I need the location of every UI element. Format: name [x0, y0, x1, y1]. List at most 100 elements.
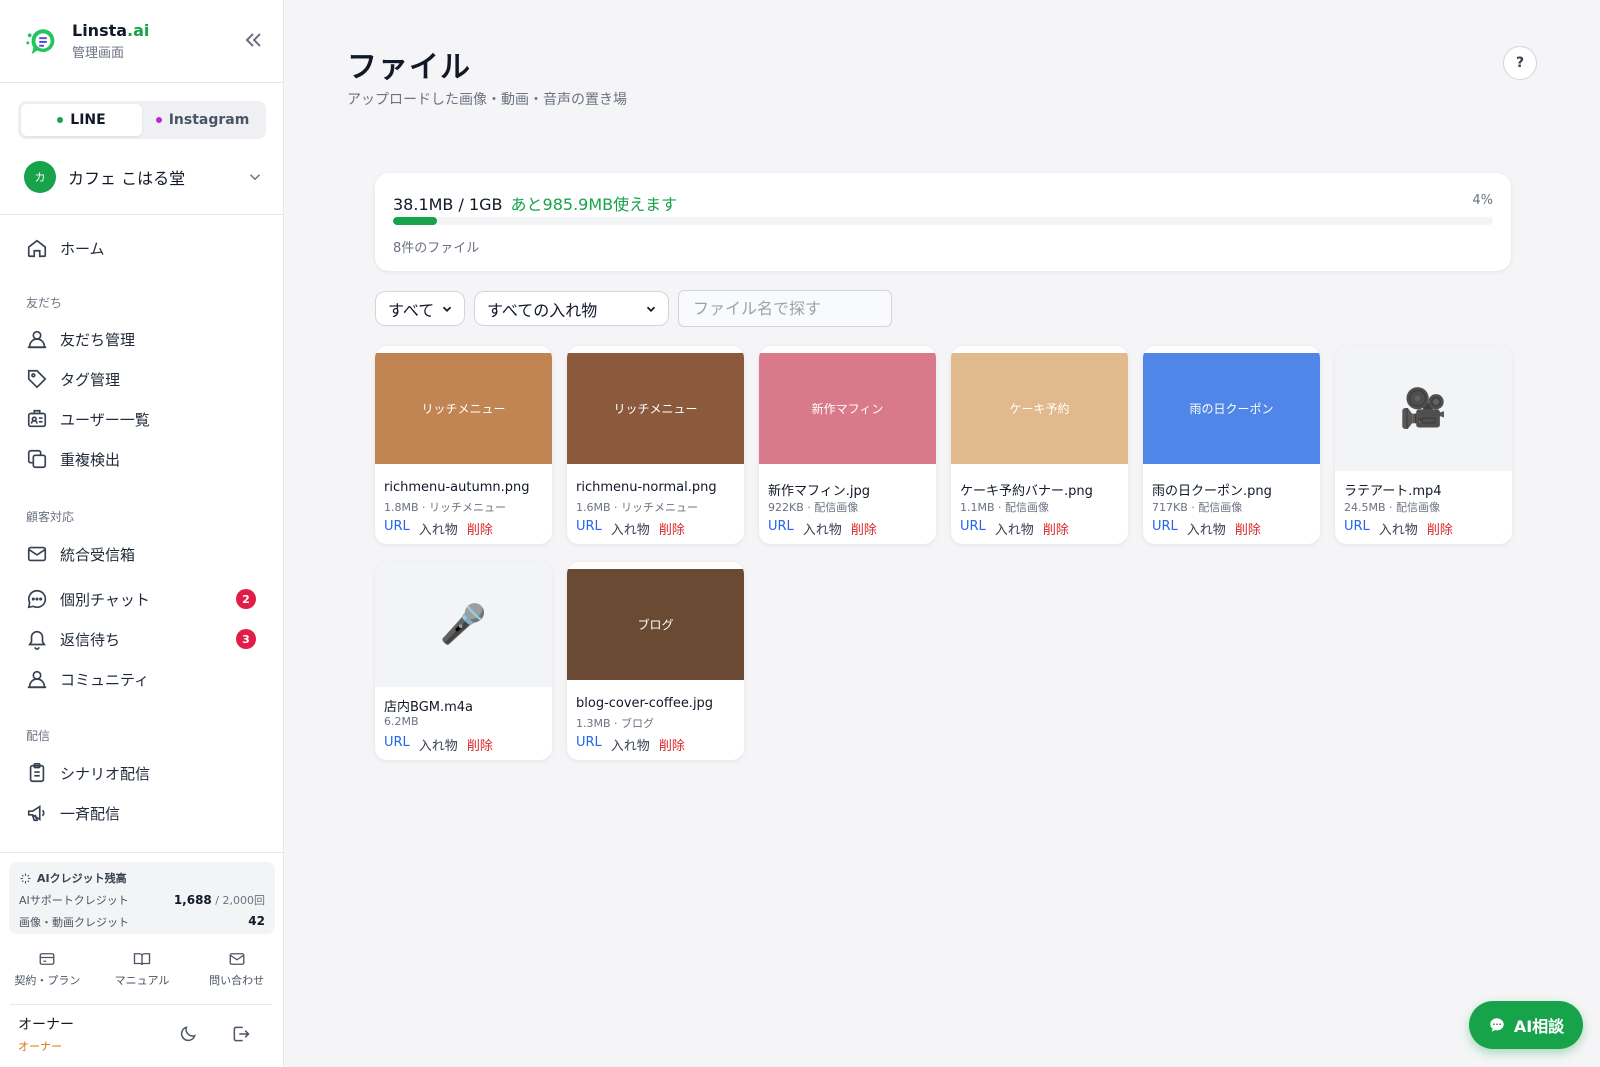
- file-meta: 1.6MB · リッチメニュー: [576, 499, 698, 515]
- delete-file-link[interactable]: 削除: [659, 519, 685, 538]
- copy-url-link[interactable]: URL: [576, 735, 602, 754]
- file-name: richmenu-normal.png: [576, 480, 717, 495]
- move-container-link[interactable]: 入れ物: [611, 519, 650, 538]
- bell-icon: [28, 630, 46, 650]
- file-actions: URL 入れ物 削除: [1152, 519, 1261, 538]
- sidebar-item-duplicates[interactable]: 重複検出: [26, 445, 266, 473]
- copy-url-link[interactable]: URL: [576, 519, 602, 538]
- ai-consult-button[interactable]: AI相談: [1469, 1001, 1583, 1049]
- file-count: 8件のファイル: [393, 241, 480, 256]
- file-card[interactable]: ブログ blog-cover-coffee.jpg 1.3MB · ブログ URL 入れ…: [567, 562, 744, 760]
- copy-url-link[interactable]: URL: [1152, 519, 1178, 538]
- container-filter-select[interactable]: すべての入れ物: [474, 291, 669, 326]
- contract-plan-link[interactable]: 契約・プラン: [0, 950, 95, 988]
- delete-file-link[interactable]: 削除: [1427, 519, 1453, 538]
- move-container-link[interactable]: 入れ物: [611, 735, 650, 754]
- move-container-link[interactable]: 入れ物: [1187, 519, 1226, 538]
- media-credit-row: 画像・動画クレジット 42: [19, 914, 265, 929]
- file-card[interactable]: 🎤 店内BGM.m4a 6.2MB URL 入れ物 削除: [375, 562, 552, 760]
- sidebar-item-community[interactable]: コミュニティ: [26, 665, 266, 693]
- file-name: richmenu-autumn.png: [384, 480, 530, 495]
- file-meta: 24.5MB · 配信画像: [1344, 499, 1440, 515]
- file-meta: 6.2MB: [384, 715, 419, 728]
- copy-url-link[interactable]: URL: [384, 519, 410, 538]
- collapse-sidebar-icon[interactable]: [241, 28, 265, 52]
- file-size: 1.8MB: [384, 501, 419, 514]
- sidebar-item-chat[interactable]: 個別チャット 2: [26, 585, 266, 613]
- help-button[interactable]: ?: [1503, 46, 1537, 80]
- file-card[interactable]: ケーキ予約 ケーキ予約バナー.png 1.1MB · 配信画像 URL 入れ物 削除: [951, 346, 1128, 544]
- move-container-link[interactable]: 入れ物: [419, 735, 458, 754]
- sidebar-footer-links: 契約・プラン マニュアル 問い合わせ: [0, 950, 284, 988]
- chat-bubble-icon: [1490, 1018, 1504, 1032]
- sidebar-item-broadcast[interactable]: 一斉配信: [26, 799, 266, 827]
- community-icon: [27, 670, 47, 689]
- channel-tab-instagram[interactable]: Instagram: [142, 104, 263, 136]
- brand-header: Linsta.ai 管理画面: [0, 0, 283, 83]
- divider: [10, 1004, 272, 1005]
- delete-file-link[interactable]: 削除: [467, 735, 493, 754]
- video-camera-icon[interactable]: 🎥: [1335, 346, 1512, 471]
- nav-section-friends: 友だち: [26, 296, 63, 310]
- copy-url-link[interactable]: URL: [384, 735, 410, 754]
- file-thumbnail[interactable]: 雨の日クーポン: [1143, 353, 1320, 464]
- sidebar-item-waiting[interactable]: 返信待ち 3: [26, 625, 266, 653]
- delete-file-link[interactable]: 削除: [851, 519, 877, 538]
- move-container-link[interactable]: 入れ物: [1379, 519, 1418, 538]
- file-category: リッチメニュー: [429, 501, 507, 514]
- linsta-logo-icon: [26, 29, 55, 55]
- delete-file-link[interactable]: 削除: [1043, 519, 1069, 538]
- account-switcher[interactable]: カ カフェ こはる堂: [24, 161, 264, 193]
- file-card[interactable]: 🎥 ラテアート.mp4 24.5MB · 配信画像 URL 入れ物 削除: [1335, 346, 1512, 544]
- move-container-link[interactable]: 入れ物: [995, 519, 1034, 538]
- sidebar-nav: ホーム 友だち 友だち管理 タグ管理 ユーザー一覧 重複検出 顧客対応 統合受信…: [0, 214, 284, 852]
- sidebar-item-home[interactable]: ホーム: [26, 234, 266, 262]
- file-category: 配信画像: [814, 501, 859, 514]
- move-container-link[interactable]: 入れ物: [803, 519, 842, 538]
- channel-tab-line[interactable]: LINE: [21, 104, 142, 136]
- copy-url-link[interactable]: URL: [1344, 519, 1370, 538]
- file-thumbnail[interactable]: 新作マフィン: [759, 353, 936, 464]
- manual-link[interactable]: マニュアル: [95, 950, 190, 988]
- move-container-link[interactable]: 入れ物: [419, 519, 458, 538]
- instagram-status-dot: [155, 117, 162, 123]
- file-thumbnail[interactable]: ケーキ予約: [951, 353, 1128, 464]
- page-title: ファイル: [347, 50, 471, 85]
- file-thumbnail[interactable]: リッチメニュー: [567, 353, 744, 464]
- copy-url-link[interactable]: URL: [960, 519, 986, 538]
- owner-role: オーナー: [18, 1040, 62, 1053]
- storage-progress-bar: [393, 217, 1493, 225]
- file-search-input[interactable]: [678, 290, 892, 327]
- sidebar-item-tags[interactable]: タグ管理: [26, 365, 266, 393]
- sidebar-item-scenario[interactable]: シナリオ配信: [26, 759, 266, 787]
- delete-file-link[interactable]: 削除: [1235, 519, 1261, 538]
- sidebar-item-users[interactable]: ユーザー一覧: [26, 405, 266, 433]
- file-thumbnail[interactable]: ブログ: [567, 569, 744, 680]
- file-card[interactable]: リッチメニュー richmenu-autumn.png 1.8MB · リッチメニュ…: [375, 346, 552, 544]
- file-card[interactable]: 新作マフィン 新作マフィン.jpg 922KB · 配信画像 URL 入れ物 削除: [759, 346, 936, 544]
- copy-url-link[interactable]: URL: [768, 519, 794, 538]
- file-name: 雨の日クーポン.png: [1152, 484, 1272, 499]
- moon-icon[interactable]: [178, 1024, 198, 1044]
- microphone-icon[interactable]: 🎤: [375, 562, 552, 687]
- sidebar-item-friends-manage[interactable]: 友だち管理: [26, 325, 266, 353]
- file-thumbnail[interactable]: リッチメニュー: [375, 353, 552, 464]
- file-category: 配信画像: [1005, 501, 1050, 514]
- sidebar: Linsta.ai 管理画面 LINE Instagram カ カフェ こはる堂…: [0, 0, 284, 1067]
- delete-file-link[interactable]: 削除: [659, 735, 685, 754]
- chevron-down-icon: [442, 306, 452, 312]
- sidebar-item-label: ホーム: [60, 239, 105, 258]
- type-filter-select[interactable]: すべて: [375, 291, 465, 326]
- contact-link[interactable]: 問い合わせ: [189, 950, 284, 988]
- file-actions: URL 入れ物 削除: [384, 735, 493, 754]
- delete-file-link[interactable]: 削除: [467, 519, 493, 538]
- sidebar-item-label: 友だち管理: [60, 330, 136, 349]
- file-meta: 922KB · 配信画像: [768, 499, 858, 515]
- sidebar-item-label: 重複検出: [60, 450, 121, 469]
- file-card[interactable]: リッチメニュー richmenu-normal.png 1.6MB · リッチメニュ…: [567, 346, 744, 544]
- file-card[interactable]: 雨の日クーポン 雨の日クーポン.png 717KB · 配信画像 URL 入れ物 削除: [1143, 346, 1320, 544]
- storage-progress-fill: [393, 217, 437, 225]
- logout-icon[interactable]: [231, 1024, 251, 1044]
- sidebar-item-inbox[interactable]: 統合受信箱: [26, 540, 266, 568]
- file-category: 配信画像: [1198, 501, 1243, 514]
